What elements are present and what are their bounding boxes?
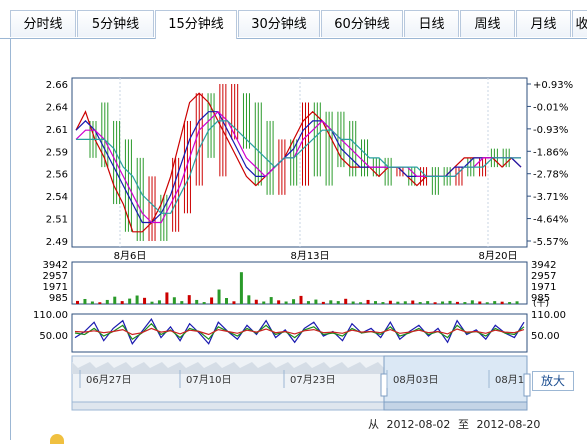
tab-more[interactable]: 收 (572, 10, 587, 37)
date-range: 从 2012-08-02 至 2012-08-20 (368, 416, 544, 432)
to-date: 2012-08-20 (476, 418, 541, 431)
zoom-button[interactable]: 放大 (532, 371, 574, 391)
tab-5min[interactable]: 5分钟线 (77, 10, 154, 37)
tab-daily[interactable]: 日线 (404, 10, 459, 37)
info-icon (50, 434, 64, 444)
chart-period-tabs: 分时线 5分钟线 15分钟线 30分钟线 60分钟线 日线 周线 月线 收 (0, 10, 587, 39)
from-label: 从 (368, 418, 379, 431)
tab-30min[interactable]: 30分钟线 (238, 10, 320, 37)
hexun-watermark: hexun.com (370, 76, 529, 107)
from-date: 2012-08-02 (386, 418, 451, 431)
to-label: 至 (457, 418, 469, 431)
tab-weekly[interactable]: 周线 (460, 10, 515, 37)
tab-monthly[interactable]: 月线 (516, 10, 571, 37)
tab-15min[interactable]: 15分钟线 (155, 10, 237, 39)
tab-minute[interactable]: 分时线 (10, 10, 76, 37)
tab-60min[interactable]: 60分钟线 (321, 10, 403, 37)
